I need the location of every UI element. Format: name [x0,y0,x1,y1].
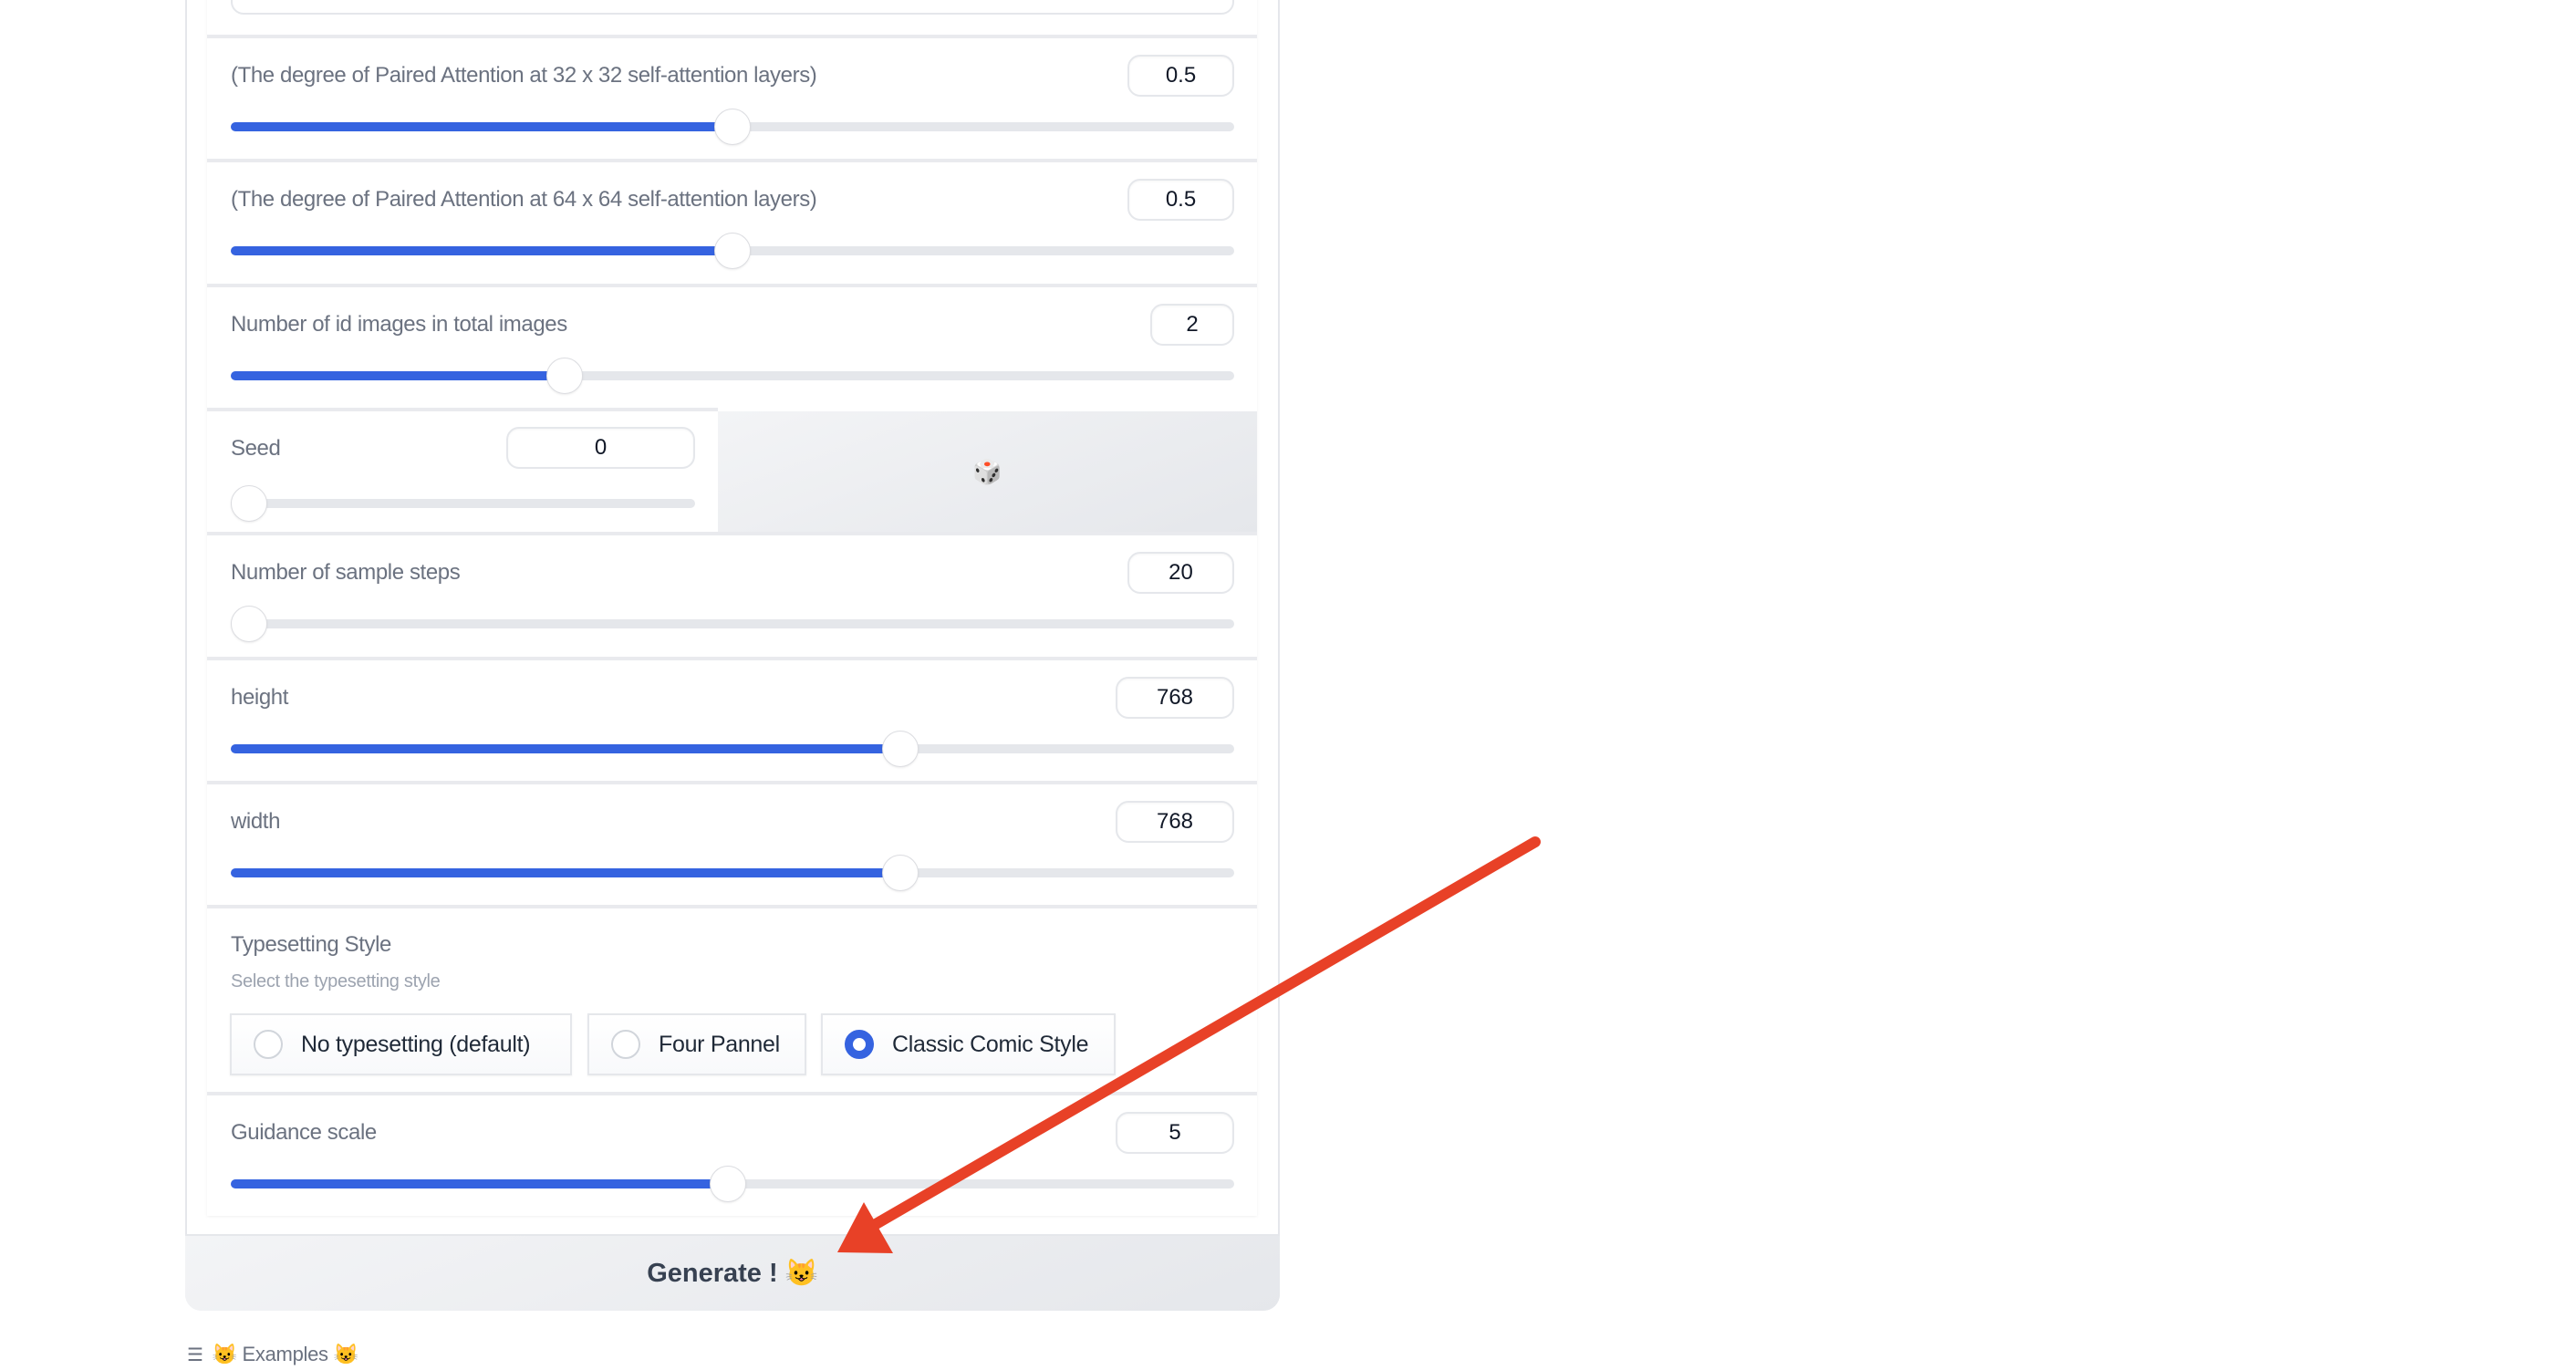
radio-no-typesetting[interactable]: No typesetting (default) [230,1013,572,1075]
steps-input[interactable]: 20 [1127,552,1234,594]
steps-row: Number of sample steps 20 [207,532,1257,657]
examples-accordion[interactable]: ☰ 😺 Examples 😺 [187,1339,358,1370]
dice-icon: 🎲 [972,457,1002,485]
slider-row-paired-attention-64: (The degree of Paired Attention at 64 x … [207,159,1257,284]
slider-fill [231,868,900,877]
seed-row: Seed 0 [207,408,718,532]
slider-label: (The degree of Paired Attention at 32 x … [231,63,817,88]
radio-circle-icon [611,1030,640,1059]
list-icon: ☰ [187,1344,203,1365]
slider-thumb[interactable] [231,485,267,522]
radio-classic-comic-style[interactable]: Classic Comic Style [821,1013,1116,1075]
steps-slider[interactable] [231,606,1234,642]
slider-fill [231,1179,728,1188]
height-input[interactable]: 768 [1116,677,1234,719]
paired-attention-32-input[interactable]: 0.5 [1127,55,1234,97]
slider-row-id-images: Number of id images in total images 2 [207,284,1257,408]
slider-row-paired-attention-32: (The degree of Paired Attention at 32 x … [207,35,1257,159]
seed-label: Seed [231,436,281,461]
slider-label: Number of id images in total images [231,312,567,337]
width-input[interactable]: 768 [1116,801,1234,843]
id-images-slider[interactable] [231,358,1234,394]
slider-fill [231,371,566,380]
slider-thumb[interactable] [714,109,751,145]
slider-fill [231,122,732,131]
seed-slider[interactable] [231,485,695,522]
typesetting-label: Typesetting Style [231,932,391,957]
height-label: height [231,685,288,710]
width-label: width [231,809,281,834]
radio-four-pannel[interactable]: Four Pannel [587,1013,806,1075]
radio-circle-icon [845,1030,874,1059]
height-slider[interactable] [231,731,1234,767]
guidance-input[interactable]: 5 [1116,1112,1234,1154]
examples-label: 😺 Examples 😺 [212,1343,358,1365]
generate-button[interactable]: Generate ! 😺 [185,1234,1280,1311]
radio-label: No typesetting (default) [301,1031,531,1057]
radio-label: Four Pannel [659,1031,780,1057]
seed-input[interactable]: 0 [506,427,695,469]
guidance-slider[interactable] [231,1166,1234,1202]
typesetting-info: Select the typesetting style [231,971,441,991]
slider-thumb[interactable] [881,855,919,891]
guidance-row: Guidance scale 5 [207,1092,1257,1216]
previous-input-field[interactable] [231,0,1234,15]
slider-thumb[interactable] [881,731,919,767]
slider-fill [231,744,900,753]
width-slider[interactable] [231,855,1234,891]
paired-attention-32-slider[interactable] [231,109,1234,145]
slider-fill [231,246,732,255]
slider-thumb[interactable] [714,233,751,269]
typesetting-style-group: Typesetting Style Select the typesetting… [207,905,1257,1092]
height-row: height 768 [207,657,1257,781]
slider-thumb[interactable] [546,358,584,394]
radio-circle-icon [254,1030,283,1059]
radio-label: Classic Comic Style [892,1031,1089,1057]
width-row: width 768 [207,781,1257,905]
paired-attention-64-slider[interactable] [231,233,1234,269]
steps-label: Number of sample steps [231,560,461,585]
slider-thumb[interactable] [709,1166,746,1202]
slider-label: (The degree of Paired Attention at 64 x … [231,187,817,212]
guidance-label: Guidance scale [231,1120,377,1145]
id-images-input[interactable]: 2 [1150,304,1234,346]
slider-thumb[interactable] [231,606,267,642]
randomize-seed-button[interactable]: 🎲 [718,411,1257,532]
paired-attention-64-input[interactable]: 0.5 [1127,179,1234,221]
